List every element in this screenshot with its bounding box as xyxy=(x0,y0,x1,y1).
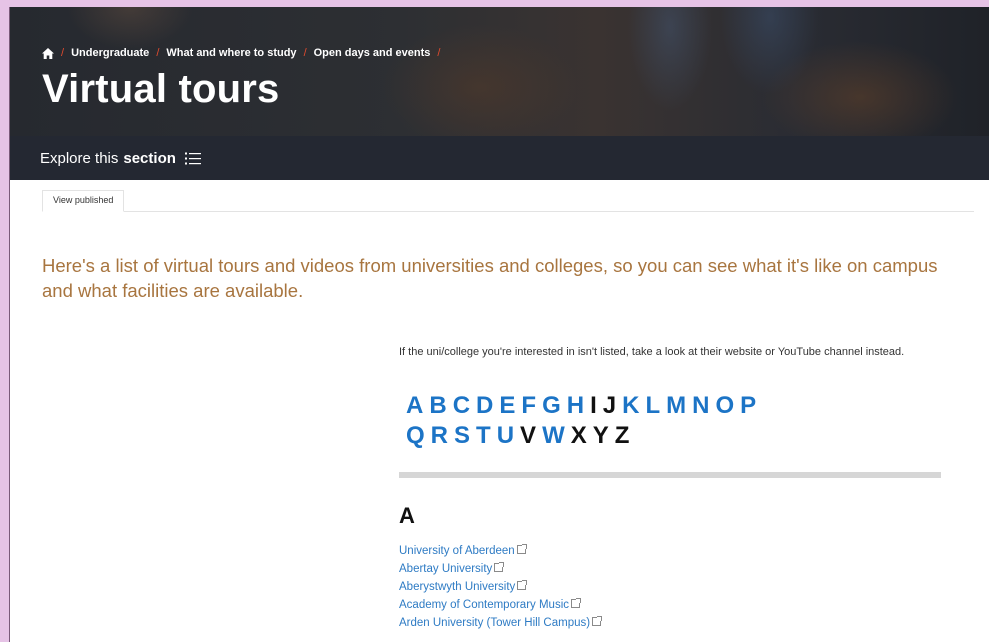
home-icon[interactable] xyxy=(42,47,54,59)
breadcrumb-separator: / xyxy=(61,47,65,59)
alphabet-letter-y: Y xyxy=(592,422,609,449)
alphabet-row: ABCDEFGHIJKLMNOP xyxy=(406,391,886,421)
alphabet-letter-z: Z xyxy=(614,422,630,449)
alphabet-letter-i: I xyxy=(590,392,597,419)
divider xyxy=(399,472,941,478)
explore-label: Explore this xyxy=(40,149,119,167)
alphabet-letter-p[interactable]: P xyxy=(740,391,756,421)
list-item: Abertay University xyxy=(399,560,601,578)
tab-view-published[interactable]: View published xyxy=(42,190,125,212)
alphabet-letter-g[interactable]: G xyxy=(542,391,561,421)
breadcrumb-item-undergraduate[interactable]: Undergraduate xyxy=(71,47,149,59)
section-letter-heading: A xyxy=(399,503,415,528)
alphabet-letter-h[interactable]: H xyxy=(567,391,584,421)
alphabet-letter-m[interactable]: M xyxy=(666,391,686,421)
alphabet-letter-e[interactable]: E xyxy=(499,391,515,421)
alphabet-letter-d[interactable]: D xyxy=(476,391,493,421)
alphabet-letter-v: V xyxy=(520,422,537,449)
page-frame: / Undergraduate / What and where to stud… xyxy=(9,7,989,642)
university-link[interactable]: Arden University (Tower Hill Campus) xyxy=(399,617,590,629)
external-link-icon xyxy=(592,616,603,626)
alphabet-letter-a[interactable]: A xyxy=(406,391,423,421)
alphabet-letter-r[interactable]: R xyxy=(431,421,448,451)
university-link[interactable]: Academy of Contemporary Music xyxy=(399,599,569,611)
external-link-icon xyxy=(494,562,505,572)
alphabet-letter-c[interactable]: C xyxy=(453,391,470,421)
alphabet-letter-x: X xyxy=(570,422,587,449)
alphabet-letter-b[interactable]: B xyxy=(429,391,446,421)
explore-label-bold: section xyxy=(123,149,176,167)
breadcrumb: / Undergraduate / What and where to stud… xyxy=(42,47,441,59)
alphabet-letter-l[interactable]: L xyxy=(645,391,660,421)
list-item: Arden University (Tower Hill Campus) xyxy=(399,614,603,632)
university-link[interactable]: Abertay University xyxy=(399,563,492,575)
breadcrumb-separator: / xyxy=(156,47,160,59)
explore-section-bar[interactable]: Explore this section xyxy=(10,136,989,180)
intro-text: Here's a list of virtual tours and video… xyxy=(42,255,938,301)
alphabet-letter-j: J xyxy=(602,392,617,419)
alphabet-letter-s[interactable]: S xyxy=(454,421,470,451)
alphabet-letter-q[interactable]: Q xyxy=(406,421,425,451)
alphabet-row: QRSTUVWXYZ xyxy=(406,421,886,451)
external-link-icon xyxy=(516,544,527,554)
list-icon[interactable] xyxy=(184,152,201,165)
alphabet-letter-u[interactable]: U xyxy=(497,421,514,451)
list-item: Aberystwyth University xyxy=(399,578,601,596)
university-link[interactable]: University of Aberdeen xyxy=(399,545,515,557)
breadcrumb-item-what-and-where[interactable]: What and where to study xyxy=(166,47,296,59)
alphabet-index: ABCDEFGHIJKLMNOP QRSTUVWXYZ xyxy=(406,391,886,451)
external-link-icon xyxy=(517,580,528,590)
hero-banner: / Undergraduate / What and where to stud… xyxy=(10,7,989,136)
list-item-partial xyxy=(399,637,759,642)
external-link-icon xyxy=(571,598,582,608)
breadcrumb-separator: / xyxy=(303,47,307,59)
breadcrumb-separator: / xyxy=(437,47,441,59)
page-title: Virtual tours xyxy=(42,67,280,111)
alphabet-letter-n[interactable]: N xyxy=(692,391,709,421)
not-listed-note: If the uni/college you're interested in … xyxy=(399,346,905,358)
alphabet-letter-f[interactable]: F xyxy=(521,391,536,421)
alphabet-letter-o[interactable]: O xyxy=(715,391,734,421)
list-item: Academy of Contemporary Music xyxy=(399,596,601,614)
admin-tabs: View published xyxy=(42,190,974,212)
list-item: University of Aberdeen xyxy=(399,542,601,560)
university-list: University of Aberdeen Abertay University… xyxy=(399,542,603,632)
university-link[interactable]: Aberystwyth University xyxy=(399,581,515,593)
alphabet-letter-t[interactable]: T xyxy=(476,421,491,451)
alphabet-letter-w[interactable]: W xyxy=(542,421,565,451)
alphabet-letter-k[interactable]: K xyxy=(622,391,639,421)
breadcrumb-item-open-days[interactable]: Open days and events xyxy=(314,47,431,59)
